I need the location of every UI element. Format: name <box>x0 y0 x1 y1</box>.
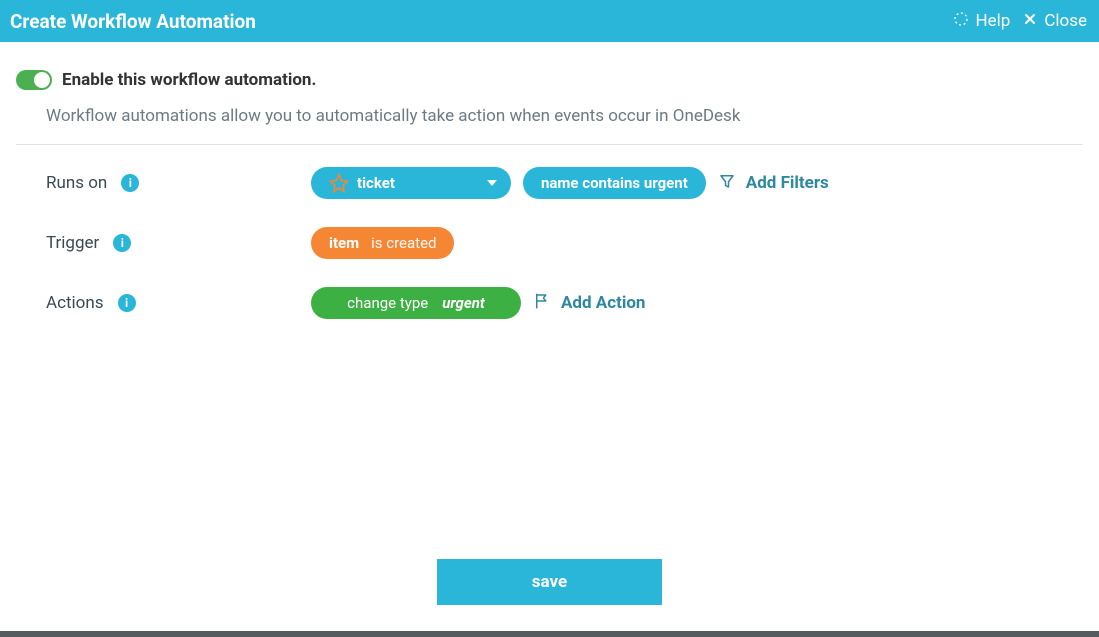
runs-on-row: Runs on i ticket name contains urgent <box>46 167 1053 199</box>
action-value: urgent <box>442 294 485 312</box>
toggle-knob <box>34 72 50 88</box>
add-action-button[interactable]: Add Action <box>533 292 645 315</box>
help-button[interactable]: Help <box>949 11 1014 32</box>
actions-body: change type urgent Add Action <box>311 287 645 319</box>
ticket-icon <box>329 173 349 193</box>
filter-pill[interactable]: name contains urgent <box>523 167 706 199</box>
add-action-label: Add Action <box>561 293 645 313</box>
info-icon[interactable]: i <box>118 294 136 312</box>
add-filters-label: Add Filters <box>746 173 829 193</box>
modal-header: Create Workflow Automation Help Close <box>0 0 1099 42</box>
help-label: Help <box>975 11 1010 31</box>
add-filters-button[interactable]: Add Filters <box>718 172 829 195</box>
trigger-pill[interactable]: item is created <box>311 227 454 259</box>
trigger-row: Trigger i item is created <box>46 227 1053 259</box>
save-button[interactable]: save <box>437 559 662 605</box>
filter-icon <box>718 172 736 195</box>
trigger-label: Trigger <box>46 233 99 253</box>
help-icon <box>953 11 969 32</box>
info-icon[interactable]: i <box>113 234 131 252</box>
enable-label: Enable this workflow automation. <box>62 70 316 90</box>
type-value: ticket <box>357 174 395 192</box>
enable-row: Enable this workflow automation. <box>16 70 1083 90</box>
trigger-body: item is created <box>311 227 454 259</box>
actions-label-wrap: Actions i <box>46 287 311 313</box>
runs-on-label: Runs on <box>46 173 107 193</box>
action-pill[interactable]: change type urgent <box>311 287 521 319</box>
modal-content: Enable this workflow automation. Workflo… <box>0 42 1099 319</box>
actions-row: Actions i change type urgent Add Action <box>46 287 1053 319</box>
runs-on-label-wrap: Runs on i <box>46 167 311 193</box>
enable-toggle[interactable] <box>16 70 52 90</box>
trigger-subject: item <box>329 234 359 252</box>
trigger-predicate: is created <box>371 234 436 252</box>
modal-title: Create Workflow Automation <box>10 10 949 33</box>
header-actions: Help Close <box>949 11 1091 32</box>
flag-icon <box>533 292 551 315</box>
chevron-down-icon <box>487 180 497 186</box>
save-bar: save <box>0 559 1099 605</box>
close-label: Close <box>1044 11 1087 31</box>
type-select[interactable]: ticket <box>311 167 511 199</box>
bottom-strip <box>0 631 1099 637</box>
description-text: Workflow automations allow you to automa… <box>16 106 1083 144</box>
close-button[interactable]: Close <box>1018 11 1091 32</box>
filter-text: name contains urgent <box>541 174 688 192</box>
actions-label: Actions <box>46 293 104 313</box>
trigger-label-wrap: Trigger i <box>46 227 311 253</box>
runs-on-body: ticket name contains urgent Add Filters <box>311 167 829 199</box>
divider <box>16 144 1083 145</box>
config-section: Runs on i ticket name contains urgent <box>16 167 1083 319</box>
action-name: change type <box>347 294 428 312</box>
close-icon <box>1022 11 1038 32</box>
info-icon[interactable]: i <box>121 174 139 192</box>
